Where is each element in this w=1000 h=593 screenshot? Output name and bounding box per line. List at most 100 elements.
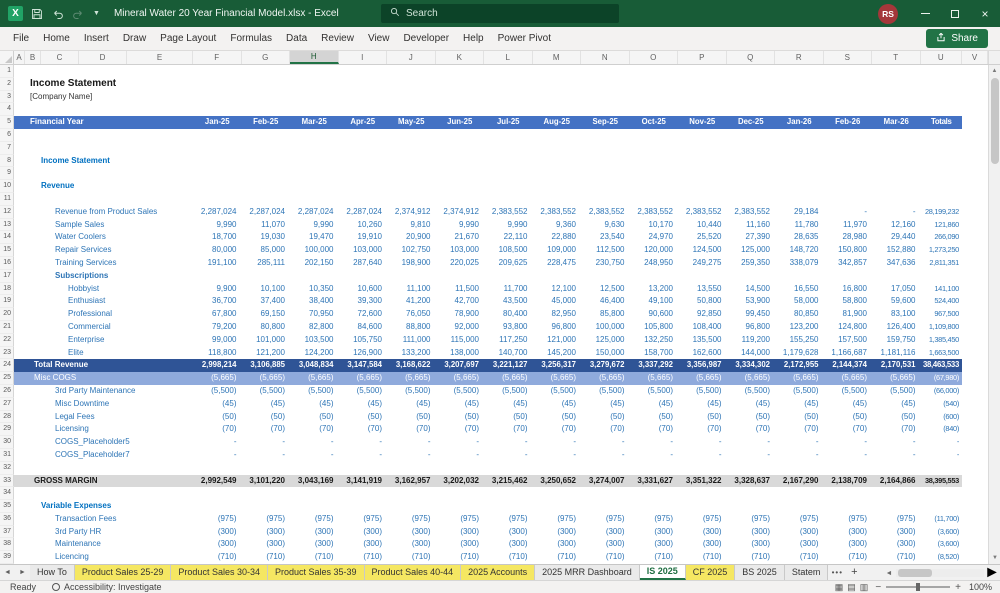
- cell[interactable]: [581, 78, 630, 91]
- cell[interactable]: (300): [872, 526, 921, 539]
- cell[interactable]: [581, 462, 630, 475]
- cell[interactable]: [436, 180, 485, 193]
- row-header-22[interactable]: 22: [0, 333, 14, 347]
- cell[interactable]: 18,700: [193, 231, 242, 244]
- sheet-tab-product-sales-35-39[interactable]: Product Sales 35-39: [267, 565, 365, 580]
- normal-view-icon[interactable]: ▦: [835, 582, 844, 593]
- cell[interactable]: [193, 180, 242, 193]
- cell[interactable]: [630, 103, 679, 116]
- save-icon[interactable]: [31, 8, 43, 20]
- cell[interactable]: [775, 487, 824, 500]
- cell[interactable]: [533, 462, 582, 475]
- cell[interactable]: [872, 462, 921, 475]
- cell[interactable]: (710): [533, 551, 582, 564]
- cell[interactable]: 202,150: [290, 257, 339, 270]
- cell[interactable]: [872, 91, 921, 104]
- column-header-B[interactable]: B: [25, 51, 41, 64]
- cell[interactable]: 120,000: [630, 244, 679, 257]
- cell[interactable]: 28,635: [775, 231, 824, 244]
- row-header-15[interactable]: 15: [0, 244, 14, 257]
- cell[interactable]: [242, 180, 291, 193]
- cell[interactable]: 83,100: [872, 308, 921, 321]
- cell[interactable]: -: [775, 449, 824, 462]
- cell[interactable]: Nov-25: [678, 116, 727, 129]
- cell[interactable]: [775, 103, 824, 116]
- cell[interactable]: 53,900: [727, 295, 776, 308]
- cell[interactable]: 92,000: [436, 321, 485, 334]
- cell[interactable]: 121,000: [533, 334, 582, 347]
- cell[interactable]: [484, 500, 533, 513]
- cell[interactable]: (300): [339, 526, 388, 539]
- cell[interactable]: 72,600: [339, 308, 388, 321]
- cell[interactable]: 21,670: [436, 231, 485, 244]
- cell[interactable]: [678, 180, 727, 193]
- cell[interactable]: [921, 167, 963, 180]
- cell[interactable]: [630, 180, 679, 193]
- cell[interactable]: 138,000: [436, 347, 485, 360]
- cell[interactable]: -: [727, 436, 776, 449]
- cell[interactable]: 9,990: [484, 219, 533, 232]
- row-label-cell[interactable]: Variable Expenses: [14, 500, 193, 513]
- column-header-P[interactable]: P: [678, 51, 727, 64]
- cell[interactable]: (5,665): [290, 372, 339, 385]
- cell[interactable]: [824, 129, 873, 142]
- cell[interactable]: [193, 142, 242, 155]
- cell[interactable]: [727, 78, 776, 91]
- cell[interactable]: [193, 91, 242, 104]
- cell[interactable]: [678, 462, 727, 475]
- cell[interactable]: [14, 65, 193, 78]
- cell[interactable]: 11,970: [824, 219, 873, 232]
- row-header-10[interactable]: 10: [0, 180, 14, 193]
- cell[interactable]: -: [484, 449, 533, 462]
- cell[interactable]: [630, 193, 679, 206]
- search-box[interactable]: Search: [381, 4, 619, 23]
- row-label-cell[interactable]: Water Coolers: [14, 231, 193, 244]
- cell[interactable]: 2,144,374: [823, 359, 872, 373]
- column-header-O[interactable]: O: [630, 51, 678, 64]
- cell[interactable]: 10,260: [339, 219, 388, 232]
- cell[interactable]: [14, 487, 193, 500]
- cell[interactable]: -: [630, 449, 679, 462]
- cell[interactable]: -: [630, 436, 679, 449]
- cell[interactable]: (5,500): [193, 385, 242, 398]
- cell[interactable]: 23,540: [581, 231, 630, 244]
- cell[interactable]: [727, 180, 776, 193]
- horizontal-scrollbar[interactable]: ◄ ►: [882, 564, 1000, 580]
- cell[interactable]: (300): [775, 526, 824, 539]
- cell[interactable]: [387, 91, 436, 104]
- cell[interactable]: [193, 78, 242, 91]
- cell[interactable]: 140,700: [484, 347, 533, 360]
- cell[interactable]: (70): [630, 423, 679, 436]
- cell[interactable]: [484, 180, 533, 193]
- cell[interactable]: 93,800: [484, 321, 533, 334]
- row-header-24[interactable]: 24: [0, 359, 14, 373]
- cell[interactable]: [290, 270, 339, 283]
- cell[interactable]: 10,170: [630, 219, 679, 232]
- cell[interactable]: 85,000: [242, 244, 291, 257]
- cell[interactable]: (45): [824, 398, 873, 411]
- cell[interactable]: [533, 500, 582, 513]
- sheet-tab-cf-2025[interactable]: CF 2025: [685, 565, 736, 580]
- ribbon-tab-review[interactable]: Review: [314, 27, 361, 50]
- cell[interactable]: 145,200: [533, 347, 582, 360]
- cell[interactable]: [630, 65, 679, 78]
- cell[interactable]: [290, 91, 339, 104]
- cell[interactable]: [872, 193, 921, 206]
- cell[interactable]: (5,665): [241, 372, 290, 385]
- cell[interactable]: (67,980): [920, 372, 962, 385]
- cell[interactable]: [775, 462, 824, 475]
- cell[interactable]: 248,950: [630, 257, 679, 270]
- cell[interactable]: 3,331,627: [629, 474, 678, 488]
- cell[interactable]: [727, 65, 776, 78]
- row-header-16[interactable]: 16: [0, 256, 14, 270]
- cell[interactable]: (45): [678, 398, 727, 411]
- column-header-A[interactable]: A: [14, 51, 25, 64]
- cell[interactable]: 2,138,709: [823, 474, 872, 488]
- cell[interactable]: (3,600): [921, 538, 963, 551]
- cell[interactable]: 3,141,919: [338, 474, 387, 488]
- cell[interactable]: (975): [193, 513, 242, 526]
- cell[interactable]: (300): [872, 538, 921, 551]
- cell[interactable]: [824, 65, 873, 78]
- cell[interactable]: (5,500): [775, 385, 824, 398]
- cell[interactable]: [824, 487, 873, 500]
